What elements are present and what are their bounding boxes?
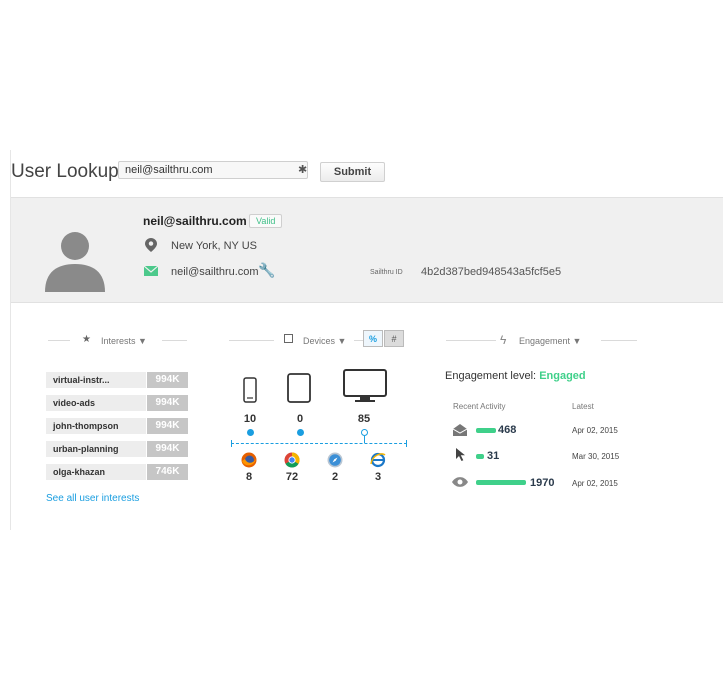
submit-button[interactable]: Submit (320, 162, 385, 182)
star-icon: ★ (82, 334, 91, 345)
profile-panel: neil@sailthru.com Valid New York, NY US … (11, 197, 723, 303)
envelope-open-icon (453, 424, 467, 436)
location-pin-icon (145, 238, 157, 252)
profile-email: neil@sailthru.com (143, 214, 247, 228)
phone-icon (243, 377, 257, 403)
connector-line (364, 436, 365, 443)
engagement-value: 1970 (530, 477, 555, 489)
tablet-icon (287, 373, 311, 403)
sailthru-id-value: 4b2d387bed948543a5fcf5e5 (421, 266, 562, 278)
see-all-interests-link[interactable]: See all user interests (46, 493, 139, 504)
autofill-key-icon[interactable]: ✱ (298, 164, 310, 176)
profile-contact-email: neil@sailthru.com (171, 266, 259, 278)
interest-count: 746K (147, 464, 188, 480)
ie-icon (370, 452, 386, 468)
engagement-level: Engagement level: Engaged (445, 370, 586, 382)
interest-row[interactable]: john-thompson 994K (46, 418, 188, 434)
profile-location: New York, NY US (171, 240, 258, 252)
recent-activity-header: Recent Activity (453, 402, 506, 411)
engagement-bar (476, 480, 526, 485)
user-lookup-input[interactable] (118, 161, 308, 179)
page-title: User Lookup (11, 161, 119, 182)
interest-label: john-thompson (46, 418, 146, 434)
interest-label: urban-planning (46, 441, 146, 457)
interests-dropdown[interactable]: Interests ▼ (101, 336, 147, 346)
interest-count: 994K (147, 441, 188, 457)
interest-label: video-ads (46, 395, 146, 411)
device-dot-icon (297, 429, 304, 436)
engagement-bar (476, 454, 484, 459)
count-toggle[interactable]: # (384, 330, 404, 347)
device-dot-icon (361, 429, 368, 436)
engagement-date: Apr 02, 2015 (572, 479, 618, 488)
safari-icon (327, 452, 343, 468)
engagement-date: Mar 30, 2015 (572, 452, 620, 461)
engagement-value: 468 (498, 424, 517, 436)
browser-divider (231, 443, 407, 444)
divider (48, 340, 70, 341)
engagement-dropdown[interactable]: Engagement ▼ (519, 336, 581, 346)
sailthru-id-label: Sailthru ID (370, 269, 403, 276)
wrench-icon[interactable]: 🔧 (258, 262, 275, 279)
device-dot-icon (247, 429, 254, 436)
connector-line (231, 440, 232, 447)
status-badge: Valid (249, 214, 283, 228)
firefox-icon (241, 452, 257, 468)
divider (162, 340, 187, 341)
interest-row[interactable]: olga-khazan 746K (46, 464, 188, 480)
browser-chrome-value: 72 (285, 471, 299, 483)
engagement-date: Apr 02, 2015 (572, 426, 618, 435)
user-lookup-app: User Lookup ✱ Submit neil@sailthru.com V… (10, 150, 723, 530)
engagement-bar (476, 428, 496, 433)
percent-toggle[interactable]: % (363, 330, 383, 347)
divider (229, 340, 274, 341)
eye-icon (452, 477, 468, 487)
engagement-level-label: Engagement level: (445, 370, 537, 382)
interest-count: 994K (147, 395, 188, 411)
cursor-icon (456, 448, 465, 461)
device-phone-value: 10 (243, 413, 257, 425)
engagement-value: 31 (487, 450, 500, 462)
lightning-icon: ϟ (500, 333, 507, 347)
divider (601, 340, 637, 341)
interest-row[interactable]: urban-planning 994K (46, 441, 188, 457)
chrome-icon (284, 452, 300, 468)
interest-label: virtual-instr... (46, 372, 146, 388)
divider (446, 340, 496, 341)
engagement-level-value: Engaged (539, 370, 586, 382)
browser-ie-value: 3 (374, 471, 382, 483)
interest-label: olga-khazan (46, 464, 146, 480)
interest-count: 994K (147, 418, 188, 434)
connector-line (406, 440, 407, 447)
desktop-icon (343, 369, 387, 402)
interest-row[interactable]: video-ads 994K (46, 395, 188, 411)
interest-row[interactable]: virtual-instr... 994K (46, 372, 188, 388)
devices-dropdown[interactable]: Devices ▼ (303, 336, 346, 346)
browser-safari-value: 2 (331, 471, 339, 483)
browser-firefox-value: 8 (245, 471, 253, 483)
avatar (45, 232, 105, 292)
envelope-icon (144, 266, 158, 276)
device-tablet-value: 0 (296, 413, 304, 425)
latest-header: Latest (572, 402, 594, 411)
checkbox-icon (284, 334, 293, 343)
interest-count: 994K (147, 372, 188, 388)
device-desktop-value: 85 (357, 413, 371, 425)
